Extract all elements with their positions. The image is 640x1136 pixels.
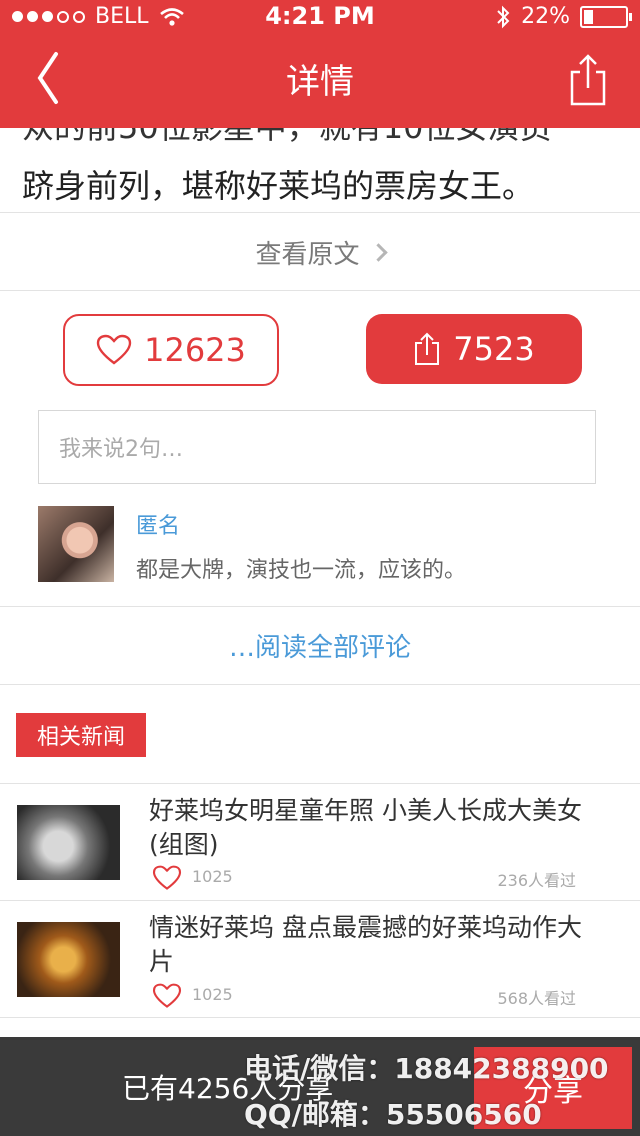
watermark: 电话/微信：18842388900 QQ/邮箱：55506560: [244, 1046, 636, 1136]
like-button[interactable]: 12623: [63, 314, 279, 386]
share-icon: [570, 54, 606, 106]
comment-text: 都是大牌，演技也一流，应该的。: [136, 558, 467, 583]
comment-item: 匿名 都是大牌，演技也一流，应该的。: [38, 506, 618, 586]
header: BELL 4:21 PM 22% 详情: [0, 0, 640, 128]
comment-input[interactable]: 我来说2句…: [38, 410, 596, 484]
news-meta: 1025 236人看过: [152, 865, 576, 893]
divider: [0, 1017, 640, 1018]
list-item[interactable]: 好莱坞女明星童年照 小美人长成大美女(组图) 1025 236人看过: [0, 784, 640, 900]
news-like-count: 1025: [192, 867, 233, 886]
status-bar: BELL 4:21 PM 22%: [0, 0, 640, 36]
divider: [0, 290, 640, 291]
page-title: 详情: [286, 62, 354, 102]
avatar[interactable]: [38, 506, 114, 582]
chevron-right-icon: [368, 242, 388, 262]
news-view-count: 236人看过: [497, 871, 576, 890]
share-count: 7523: [453, 330, 535, 368]
share-button[interactable]: [564, 52, 612, 108]
watermark-line-2: QQ/邮箱：55506560: [244, 1098, 542, 1131]
divider: [0, 212, 640, 213]
battery-percent: 22%: [521, 4, 570, 29]
view-original-link[interactable]: 查看原文: [0, 214, 640, 290]
list-item[interactable]: 情迷好莱坞 盘点最震撼的好莱坞动作大片 1025 568人看过: [0, 901, 640, 1017]
comment-input-placeholder: 我来说2句…: [59, 437, 183, 462]
heart-icon: [152, 865, 182, 890]
news-view-count: 568人看过: [497, 989, 576, 1008]
news-thumbnail: [17, 922, 120, 997]
status-right: 22%: [495, 4, 632, 29]
news-like-count: 1025: [192, 985, 233, 1004]
battery-icon: [580, 5, 632, 28]
news-title: 好莱坞女明星童年照 小美人长成大美女(组图): [149, 796, 582, 859]
comment-author[interactable]: 匿名: [136, 508, 180, 540]
detail-page: BELL 4:21 PM 22% 详情 跻身前列，堪称好莱坞的票房女王。 查看原…: [0, 0, 640, 1136]
view-original-label: 查看原文: [255, 239, 360, 270]
news-title: 情迷好莱坞 盘点最震撼的好莱坞动作大片: [149, 913, 582, 976]
share-icon: [415, 332, 440, 365]
article-last-line: 跻身前列，堪称好莱坞的票房女王。: [22, 167, 535, 205]
watermark-line-1: 电话/微信：18842388900: [244, 1052, 609, 1085]
read-all-comments-link[interactable]: …阅读全部评论: [0, 606, 640, 684]
related-news-tag: 相关新闻: [16, 713, 146, 757]
share-count-button[interactable]: 7523: [366, 314, 582, 384]
read-all-label: …阅读全部评论: [228, 632, 411, 663]
bluetooth-icon: [497, 5, 510, 28]
heart-icon: [152, 983, 182, 1008]
news-thumbnail: [17, 805, 120, 880]
news-meta: 1025 568人看过: [152, 983, 576, 1011]
heart-icon: [96, 334, 132, 365]
like-count: 12623: [144, 331, 246, 369]
